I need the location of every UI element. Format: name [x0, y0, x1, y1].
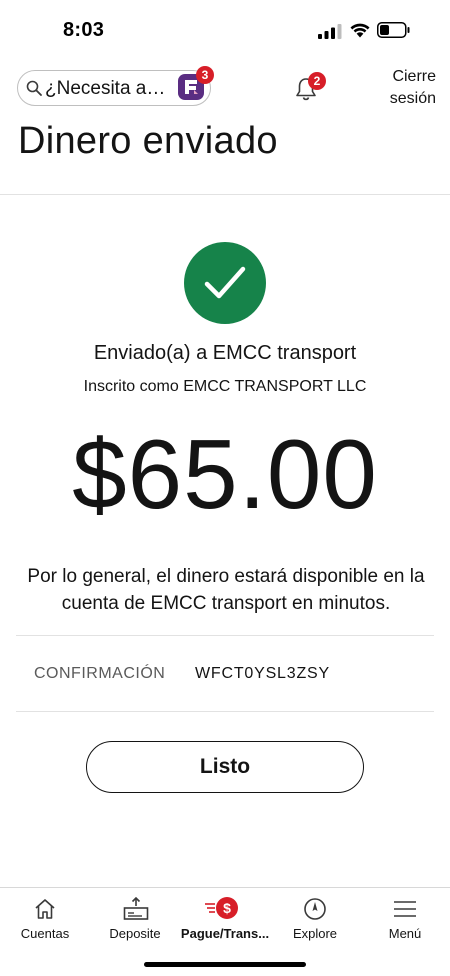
compass-icon [304, 898, 326, 920]
recipient-heading: Enviado(a) a EMCC transport [93, 342, 357, 364]
notifications-button[interactable]: 2 [293, 72, 327, 104]
dollar-badge: $ [216, 897, 238, 919]
cellular-signal-icon [318, 24, 342, 39]
header-divider [0, 194, 450, 195]
done-button[interactable]: Listo [86, 741, 364, 793]
nav-label: Explore [292, 926, 338, 941]
nav-item-explore[interactable]: Explore [270, 888, 360, 948]
divider [16, 711, 434, 712]
nav-label: Menú [388, 926, 422, 941]
availability-message: Por lo general, el dinero estará disponi… [27, 566, 425, 614]
status-time: 8:03 [63, 19, 105, 41]
nav-item-pay-transfer[interactable]: $ Pague/Trans... [180, 888, 270, 948]
wifi-icon [350, 23, 370, 38]
success-check-icon [184, 242, 266, 324]
confirmation-number: WFCT0YSL3ZSY [195, 665, 330, 682]
nav-label: Pague/Trans... [180, 926, 270, 941]
nav-item-accounts[interactable]: Cuentas [0, 888, 90, 948]
divider [16, 635, 434, 636]
fargo-badge-count: 3 [196, 66, 214, 84]
search-icon [26, 80, 42, 96]
battery-icon [377, 22, 410, 38]
status-bar: 8:03 [0, 0, 450, 58]
logout-link[interactable]: Cierre sesión [372, 66, 436, 110]
nav-item-deposit[interactable]: Deposite [90, 888, 180, 948]
search-placeholder: ¿Necesita a… [45, 78, 166, 99]
home-icon [35, 899, 55, 919]
nav-item-menu[interactable]: Menú [360, 888, 450, 948]
recipient-enrolled-name: Inscrito como EMCC TRANSPORT LLC [83, 378, 367, 395]
nav-label: Deposite [109, 926, 161, 941]
amount-sent: $65.00 [72, 419, 378, 529]
confirmation-label: CONFIRMACIÓN [34, 665, 166, 682]
page-title: Dinero enviado [18, 120, 278, 162]
deposit-icon [123, 897, 149, 920]
notifications-count: 2 [308, 72, 326, 90]
nav-label: Cuentas [20, 926, 70, 941]
home-indicator [144, 962, 306, 967]
hamburger-menu-icon [394, 901, 416, 917]
